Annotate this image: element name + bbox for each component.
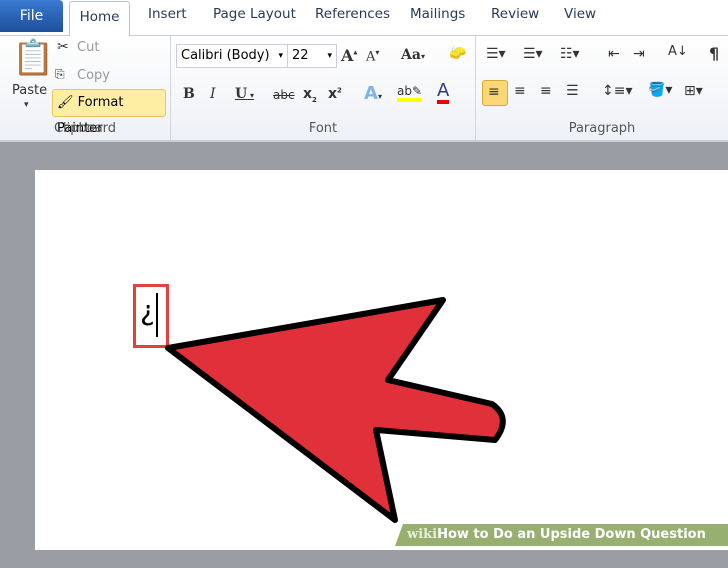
red-arrow-annotation xyxy=(165,297,506,523)
arrow-shape xyxy=(165,297,506,523)
wikihow-watermark: wikiHow to Do an Upside Down Question Ma… xyxy=(395,524,728,546)
wikihow-logo: wiki xyxy=(407,527,438,542)
